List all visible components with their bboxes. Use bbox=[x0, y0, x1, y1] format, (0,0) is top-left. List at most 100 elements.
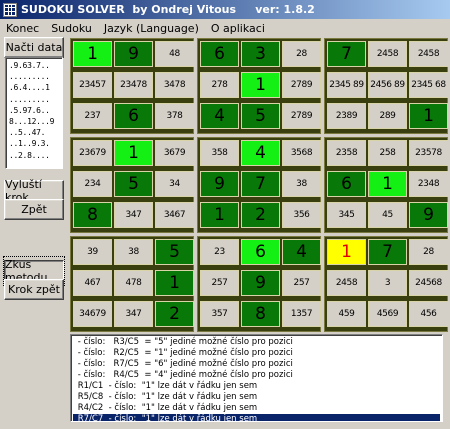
sudoku-cell[interactable]: 234 bbox=[73, 171, 112, 197]
sudoku-cell[interactable]: 3 bbox=[241, 41, 280, 67]
sudoku-cell[interactable]: 38 bbox=[114, 239, 153, 265]
try-method-button[interactable]: Zkus metodu bbox=[3, 255, 65, 286]
log-entry[interactable]: R1/C1 - číslo: "1" lze dát v řádku jen s… bbox=[73, 381, 440, 392]
menu-about[interactable]: O aplikaci bbox=[205, 22, 271, 35]
log-entry[interactable]: R4/C2 - číslo: "1" lze dát v řádku jen s… bbox=[73, 403, 440, 414]
solution-log-list[interactable]: - číslo: R3/C5 = "5" jediné možné číslo … bbox=[70, 334, 443, 422]
sudoku-cell[interactable]: 23 bbox=[200, 239, 239, 265]
sudoku-cell[interactable]: 6 bbox=[241, 239, 280, 265]
sudoku-cell[interactable]: 2 bbox=[241, 202, 280, 228]
menu-konec[interactable]: Konec bbox=[0, 22, 45, 35]
menu-language[interactable]: Jazyk (Language) bbox=[98, 22, 205, 35]
sudoku-cell[interactable]: 6 bbox=[327, 171, 366, 197]
sudoku-cell[interactable]: 456 bbox=[409, 301, 448, 327]
log-entry[interactable]: - číslo: R4/C5 = "4" jediné možné číslo … bbox=[73, 370, 440, 381]
sudoku-cell[interactable]: 9 bbox=[409, 202, 448, 228]
sudoku-cell[interactable]: 6 bbox=[114, 103, 153, 129]
sudoku-cell[interactable]: 1 bbox=[114, 140, 153, 166]
sudoku-cell[interactable]: 38 bbox=[282, 171, 321, 197]
sudoku-cell[interactable]: 9 bbox=[241, 270, 280, 296]
sudoku-cell[interactable]: 2789 bbox=[282, 72, 321, 98]
sudoku-cell[interactable]: 8 bbox=[73, 202, 112, 228]
puzzle-input-text[interactable]: .9.63.7.. ......... .6.4....1 ......... … bbox=[5, 57, 63, 169]
sudoku-cell[interactable]: 2 bbox=[155, 301, 194, 327]
sudoku-cell[interactable]: 3478 bbox=[155, 72, 194, 98]
sudoku-cell[interactable]: 3679 bbox=[155, 140, 194, 166]
sudoku-cell[interactable]: 345 bbox=[327, 202, 366, 228]
sudoku-cell[interactable]: 2348 bbox=[409, 171, 448, 197]
sudoku-cell[interactable]: 378 bbox=[155, 103, 194, 129]
sudoku-cell[interactable]: 2358 bbox=[327, 140, 366, 166]
sudoku-cell[interactable]: 347 bbox=[114, 202, 153, 228]
sudoku-cell[interactable]: 347 bbox=[114, 301, 153, 327]
sudoku-cell[interactable]: 4 bbox=[200, 103, 239, 129]
sudoku-cell[interactable]: 2458 bbox=[368, 41, 407, 67]
sudoku-cell[interactable]: 4569 bbox=[368, 301, 407, 327]
sudoku-cell[interactable]: 7 bbox=[368, 239, 407, 265]
back-button[interactable]: Zpět bbox=[4, 199, 64, 220]
title-bar[interactable]: SUDOKU SOLVER by Ondrej Vitous ver: 1.8.… bbox=[0, 0, 450, 19]
sudoku-cell[interactable]: 2456 89 bbox=[368, 72, 407, 98]
sudoku-cell[interactable]: 5 bbox=[155, 239, 194, 265]
sudoku-cell[interactable]: 358 bbox=[200, 140, 239, 166]
sudoku-cell[interactable]: 1 bbox=[409, 103, 448, 129]
sudoku-cell[interactable]: 7 bbox=[327, 41, 366, 67]
sudoku-cell[interactable]: 1 bbox=[327, 239, 366, 265]
sudoku-cell[interactable]: 1 bbox=[155, 270, 194, 296]
sudoku-cell[interactable]: 28 bbox=[409, 239, 448, 265]
sudoku-cell[interactable]: 237 bbox=[73, 103, 112, 129]
sudoku-cell[interactable]: 257 bbox=[282, 270, 321, 296]
sudoku-cell[interactable]: 1 bbox=[241, 72, 280, 98]
sudoku-cell[interactable]: 5 bbox=[241, 103, 280, 129]
sudoku-cell[interactable]: 3568 bbox=[282, 140, 321, 166]
sudoku-cell[interactable]: 8 bbox=[241, 301, 280, 327]
sudoku-cell[interactable]: 1 bbox=[200, 202, 239, 228]
solve-step-button[interactable]: Vyluští krok bbox=[4, 178, 64, 204]
sudoku-cell[interactable]: 48 bbox=[155, 41, 194, 67]
sudoku-cell[interactable]: 45 bbox=[368, 202, 407, 228]
sudoku-cell[interactable]: 3467 bbox=[155, 202, 194, 228]
sudoku-cell[interactable]: 23457 bbox=[73, 72, 112, 98]
sudoku-cell[interactable]: 467 bbox=[73, 270, 112, 296]
sudoku-cell[interactable]: 257 bbox=[200, 270, 239, 296]
sudoku-cell[interactable]: 39 bbox=[73, 239, 112, 265]
sudoku-cell[interactable]: 5 bbox=[114, 171, 153, 197]
sudoku-cell[interactable]: 23679 bbox=[73, 140, 112, 166]
sudoku-cell[interactable]: 2345 89 bbox=[327, 72, 366, 98]
sudoku-cell[interactable]: 1357 bbox=[282, 301, 321, 327]
menu-sudoku[interactable]: Sudoku bbox=[45, 22, 98, 35]
sudoku-cell[interactable]: 6 bbox=[200, 41, 239, 67]
log-entry[interactable]: R7/C7 - číslo: "1" lze dát v řádku jen s… bbox=[73, 414, 440, 421]
sudoku-cell[interactable]: 3 bbox=[368, 270, 407, 296]
sudoku-cell[interactable]: 2458 bbox=[409, 41, 448, 67]
step-back-button[interactable]: Krok zpět bbox=[4, 279, 64, 300]
sudoku-cell[interactable]: 4 bbox=[282, 239, 321, 265]
sudoku-cell[interactable]: 2345 68 bbox=[409, 72, 448, 98]
sudoku-cell[interactable]: 7 bbox=[241, 171, 280, 197]
load-data-button[interactable]: Načti data bbox=[4, 37, 64, 58]
sudoku-cell[interactable]: 23578 bbox=[409, 140, 448, 166]
sudoku-cell[interactable]: 1 bbox=[368, 171, 407, 197]
sudoku-cell[interactable]: 34 bbox=[155, 171, 194, 197]
sudoku-cell[interactable]: 9 bbox=[114, 41, 153, 67]
sudoku-cell[interactable]: 356 bbox=[282, 202, 321, 228]
sudoku-cell[interactable]: 2789 bbox=[282, 103, 321, 129]
sudoku-cell[interactable]: 459 bbox=[327, 301, 366, 327]
sudoku-cell[interactable]: 28 bbox=[282, 41, 321, 67]
sudoku-cell[interactable]: 24568 bbox=[409, 270, 448, 296]
sudoku-cell[interactable]: 258 bbox=[368, 140, 407, 166]
sudoku-cell[interactable]: 478 bbox=[114, 270, 153, 296]
sudoku-cell[interactable]: 2389 bbox=[327, 103, 366, 129]
log-entry[interactable]: R5/C8 - číslo: "1" lze dát v řádku jen s… bbox=[73, 392, 440, 403]
sudoku-cell[interactable]: 34679 bbox=[73, 301, 112, 327]
log-entry[interactable]: - číslo: R2/C5 = "1" jediné možné číslo … bbox=[73, 348, 440, 359]
log-entry[interactable]: - číslo: R7/C5 = "6" jediné možné číslo … bbox=[73, 359, 440, 370]
sudoku-cell[interactable]: 2458 bbox=[327, 270, 366, 296]
sudoku-cell[interactable]: 289 bbox=[368, 103, 407, 129]
sudoku-cell[interactable]: 1 bbox=[73, 41, 112, 67]
log-entry[interactable]: - číslo: R3/C5 = "5" jediné možné číslo … bbox=[73, 337, 440, 348]
sudoku-cell[interactable]: 4 bbox=[241, 140, 280, 166]
sudoku-cell[interactable]: 278 bbox=[200, 72, 239, 98]
sudoku-cell[interactable]: 9 bbox=[200, 171, 239, 197]
sudoku-cell[interactable]: 357 bbox=[200, 301, 239, 327]
